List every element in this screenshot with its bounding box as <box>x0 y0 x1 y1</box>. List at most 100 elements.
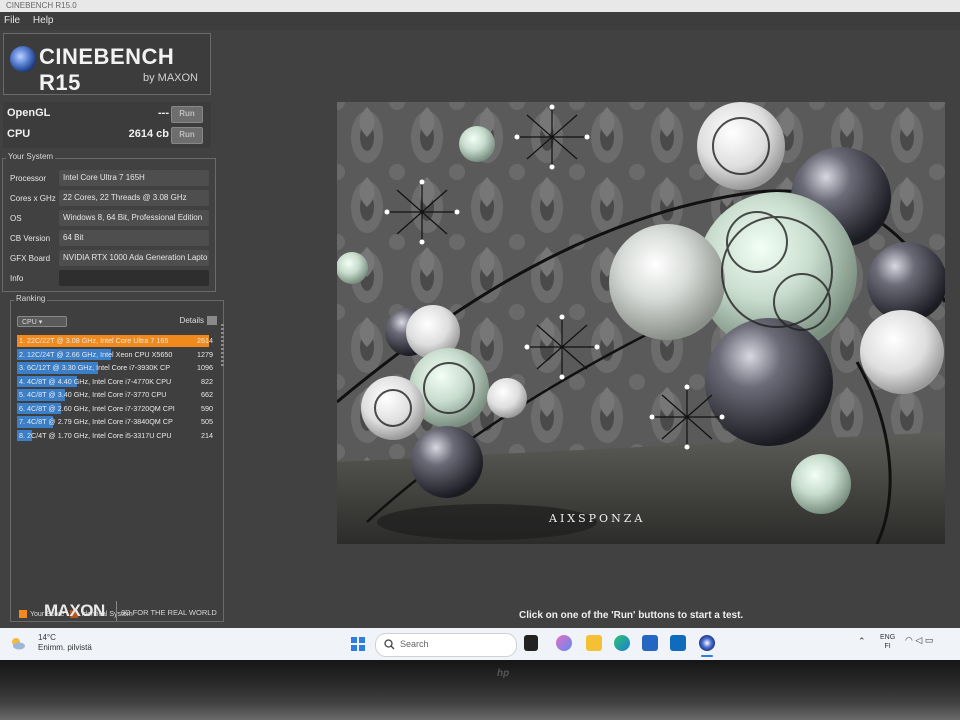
ranking-row[interactable]: 4. 4C/8T @ 4.40 GHz, Intel Core i7-4770K… <box>17 375 217 389</box>
ranking-label: 6. 4C/8T @ 2.60 GHz, Intel Core i7-3720Q… <box>19 403 175 413</box>
ranking-label: 4. 4C/8T @ 4.40 GHz, Intel Core i7-4770K… <box>19 376 172 386</box>
system-key: CB Version <box>10 234 51 243</box>
battery-icon: ▭ <box>924 635 934 645</box>
system-row: CB Version 64 Bit <box>7 230 212 248</box>
ranking-panel: Ranking CPU ▾ Details 1. 22C/22T @ 3.08 … <box>10 294 224 622</box>
ranking-row[interactable]: 7. 4C/8T @ 2.79 GHz, Intel Core i7-3840Q… <box>17 415 217 429</box>
maxon-tagline: 3D FOR THE REAL WORLD <box>121 608 217 617</box>
ranking-label: 3. 6C/12T @ 3.30 GHz, Intel Core i7-3930… <box>19 363 170 372</box>
ranking-label: 5. 4C/8T @ 3.40 GHz, Intel Core i7-3770 … <box>19 390 167 399</box>
ranking-row[interactable]: 5. 4C/8T @ 3.40 GHz, Intel Core i7-3770 … <box>17 388 217 402</box>
task-view-icon[interactable] <box>524 635 538 651</box>
active-app-indicator <box>701 655 713 657</box>
details-button[interactable]: Details <box>179 316 217 326</box>
hp-logo-icon: hp <box>497 668 510 679</box>
system-title: Your System <box>6 152 56 161</box>
system-tray[interactable]: ◠ ◁ ▭ <box>905 635 933 646</box>
system-key: OS <box>10 214 22 223</box>
weather-widget[interactable]: 14°C Enimm. pilvistä <box>38 633 92 653</box>
ranking-score: 505 <box>201 417 213 426</box>
ranking-label: 8. 2C/4T @ 1.70 GHz, Intel Core i5-3317U… <box>19 430 172 440</box>
ranking-row[interactable]: 6. 4C/8T @ 2.60 GHz, Intel Core i7-3720Q… <box>17 402 217 416</box>
search-icon <box>384 639 395 650</box>
opengl-label: OpenGL <box>7 107 51 119</box>
store-icon[interactable] <box>642 635 658 651</box>
window-titlebar: CINEBENCH R15.0 <box>0 0 960 12</box>
info-field[interactable] <box>59 270 209 286</box>
your-score-swatch <box>19 610 27 618</box>
system-row: GFX Board NVIDIA RTX 1000 Ada Generation … <box>7 250 212 268</box>
menu-bar: File Help <box>0 12 960 30</box>
ranking-label: 2. 12C/24T @ 2.66 GHz, Intel Xeon CPU X5… <box>19 349 173 359</box>
logo-panel: CINEBENCH R15 by MAXON <box>3 33 211 95</box>
weather-cloud-icon[interactable] <box>10 635 26 651</box>
details-label: Details <box>179 316 204 325</box>
cinebench-app: CINEBENCH R15 by MAXON OpenGL --- Run CP… <box>0 30 960 628</box>
menu-file[interactable]: File <box>4 12 20 30</box>
ranking-score: 1279 <box>197 349 213 359</box>
ranking-row[interactable]: 2. 12C/24T @ 2.66 GHz, Intel Xeon CPU X5… <box>17 348 217 362</box>
region-code: FI <box>884 643 891 650</box>
ranking-row[interactable]: 8. 2C/4T @ 1.70 GHz, Intel Core i5-3317U… <box>17 429 217 443</box>
windows-taskbar: 14°C Enimm. pilvistä Search ⌃ ENG FI ◠ ◁… <box>0 628 960 660</box>
ranking-score: 2614 <box>197 336 213 345</box>
language-code: ENG <box>880 634 896 641</box>
ranking-filter-select[interactable]: CPU ▾ <box>17 316 67 327</box>
ranking-score: 1096 <box>197 363 213 372</box>
system-key: Cores x GHz <box>10 194 56 203</box>
system-key: Info <box>10 274 24 283</box>
system-row: Cores x GHz 22 Cores, 22 Threads @ 3.08 G… <box>7 190 212 208</box>
app-name: CINEBENCH R15 <box>39 44 175 95</box>
weather-temp: 14°C <box>38 633 56 642</box>
cpu-label: CPU <box>7 128 31 140</box>
footer-divider <box>116 601 117 621</box>
maxon-logo: MAXON <box>44 601 105 620</box>
ranking-row[interactable]: 1. 22C/22T @ 3.08 GHz, Intel Core Ultra … <box>17 334 217 348</box>
cinebench-logo-icon <box>10 46 36 72</box>
edge-browser-icon[interactable] <box>614 635 630 651</box>
cpu-row: CPU 2614 cb Run <box>7 126 207 144</box>
weather-desc: Enimm. pilvistä <box>38 643 92 652</box>
opengl-run-button[interactable]: Run <box>171 106 203 123</box>
system-row: OS Windows 8, 64 Bit, Professional Editio… <box>7 210 212 228</box>
benchmark-panel: OpenGL --- Run CPU 2614 cb Run <box>3 102 211 148</box>
system-value: 22 Cores, 22 Threads @ 3.08 GHz <box>59 190 209 206</box>
cinebench-taskbar-icon[interactable] <box>699 635 715 651</box>
system-panel: Your System Processor Intel Core Ultra 7 … <box>2 152 216 292</box>
render-watermark: AIXSPONZA <box>549 512 646 525</box>
taskbar-search[interactable]: Search <box>375 633 517 657</box>
ranking-title: Ranking <box>14 294 48 303</box>
outlook-icon[interactable] <box>670 635 686 651</box>
menu-help[interactable]: Help <box>33 12 54 30</box>
render-image <box>337 102 945 544</box>
tray-chevron-up-icon[interactable]: ⌃ <box>858 636 866 647</box>
ranking-label: 7. 4C/8T @ 2.79 GHz, Intel Core i7-3840Q… <box>19 417 173 426</box>
cpu-run-button[interactable]: Run <box>171 127 203 144</box>
ranking-score: 822 <box>201 376 213 386</box>
panel-resize-handle[interactable] <box>221 324 224 366</box>
system-key: GFX Board <box>10 254 51 263</box>
opengl-row: OpenGL --- Run <box>7 105 207 123</box>
opengl-score: --- <box>158 107 169 119</box>
system-value: Intel Core Ultra 7 165H <box>59 170 209 186</box>
search-placeholder: Search <box>400 639 429 649</box>
status-message: Click on one of the 'Run' buttons to sta… <box>519 610 744 621</box>
windows-start-icon[interactable] <box>351 637 365 651</box>
system-row: Processor Intel Core Ultra 7 165H <box>7 170 212 188</box>
system-value: Windows 8, 64 Bit, Professional Edition <box>59 210 209 226</box>
file-explorer-icon[interactable] <box>586 635 602 651</box>
ranking-score: 214 <box>201 430 213 440</box>
system-value: NVIDIA RTX 1000 Ada Generation Lapto <box>59 250 209 266</box>
window-title: CINEBENCH R15.0 <box>6 1 77 10</box>
language-indicator[interactable]: ENG FI <box>880 633 895 651</box>
ranking-list: 1. 22C/22T @ 3.08 GHz, Intel Core Ultra … <box>17 334 217 442</box>
ranking-label: 1. 22C/22T @ 3.08 GHz, Intel Core Ultra … <box>19 336 169 345</box>
wifi-icon: ◠ <box>905 635 913 645</box>
app-by: by MAXON <box>142 72 198 84</box>
ranking-filter-value: CPU <box>22 319 37 326</box>
copilot-icon[interactable] <box>556 635 572 651</box>
screen: CINEBENCH R15.0 File Help CINEBENCH R15 … <box>0 0 960 665</box>
ranking-row[interactable]: 3. 6C/12T @ 3.30 GHz, Intel Core i7-3930… <box>17 361 217 375</box>
ranking-score: 662 <box>201 390 213 399</box>
system-value: 64 Bit <box>59 230 209 246</box>
